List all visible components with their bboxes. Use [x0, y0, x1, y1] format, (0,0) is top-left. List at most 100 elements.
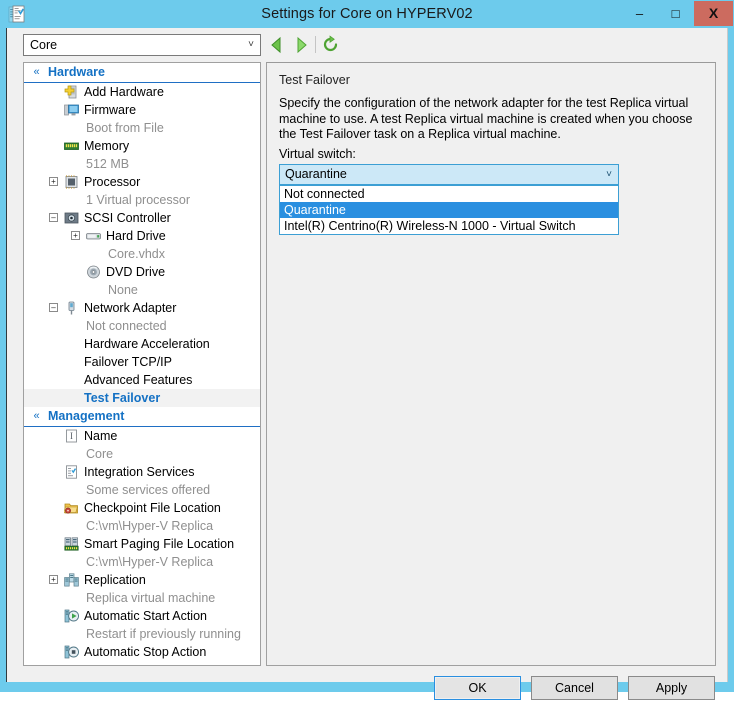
tree-item-checkpoint-file-location-label: Checkpoint File Location [84, 501, 221, 515]
tree-item-automatic-stop-action-label: Automatic Stop Action [84, 645, 207, 659]
tree-group-hardware-label: Hardware [48, 65, 105, 79]
tree-item-memory-sublabel: 512 MB [86, 157, 130, 171]
tree-item-name[interactable]: I Name [24, 427, 260, 445]
tree-item-add-hardware-label: Add Hardware [84, 85, 164, 99]
vm-selector-value: Core [30, 38, 58, 52]
page-title: Test Failover [279, 73, 356, 88]
virtual-switch-value: Quarantine [285, 167, 347, 181]
tree-item-integration-services-sublabel: Some services offered [86, 483, 211, 497]
tree-item-failover-tcpip-label: Failover TCP/IP [84, 355, 172, 369]
tree-item-scsi-controller[interactable]: – SCSI Controller [24, 209, 260, 227]
tree-item-test-failover[interactable]: Test Failover [24, 389, 260, 407]
expander-icon[interactable]: + [71, 231, 80, 240]
memory-icon [64, 139, 79, 153]
network-adapter-icon [64, 301, 79, 315]
settings-detail-panel: Test Failover Specify the configuration … [266, 62, 716, 666]
tree-item-replication[interactable]: + Replication [24, 571, 260, 589]
tree-item-replication-label: Replication [84, 573, 146, 587]
name-icon: I [64, 429, 79, 443]
tree-item-automatic-stop-action-sublabel: Save [24, 661, 260, 665]
expander-icon[interactable]: + [49, 575, 58, 584]
toolbar: Core ˅ [7, 28, 727, 61]
tree-item-test-failover-label: Test Failover [84, 391, 161, 405]
close-icon: X [708, 5, 719, 21]
tree-item-hard-drive[interactable]: + Hard Drive [24, 227, 260, 245]
ok-button[interactable]: OK [434, 676, 521, 700]
tree-item-checkpoint-file-location-sublabel: C:\vm\Hyper-V Replica [86, 519, 214, 533]
settings-navigation-tree[interactable]: « Hardware Add Hardware Firmware Boot fr… [23, 62, 261, 666]
replication-icon [64, 573, 79, 587]
tree-group-management-label: Management [48, 409, 125, 423]
dropdown-option-not-connected[interactable]: Not connected [280, 186, 618, 202]
tree-item-memory[interactable]: Memory [24, 137, 260, 155]
chevron-down-icon: ˅ [606, 169, 612, 180]
tree-item-automatic-start-action[interactable]: Automatic Start Action [24, 607, 260, 625]
dropdown-option-intel-wireless-switch[interactable]: Intel(R) Centrino(R) Wireless-N 1000 - V… [280, 218, 618, 234]
vm-selector-combobox[interactable]: Core ˅ [23, 34, 261, 56]
tree-item-scsi-controller-label: SCSI Controller [84, 211, 171, 225]
tree-item-memory-label: Memory [84, 139, 130, 153]
tree-item-integration-services[interactable]: Integration Services [24, 463, 260, 481]
tree-item-firmware-label: Firmware [84, 103, 137, 117]
expander-icon[interactable]: + [49, 177, 58, 186]
tree-item-network-adapter-label: Network Adapter [84, 301, 177, 315]
checkpoint-folder-icon [63, 501, 79, 515]
dvd-drive-icon [86, 265, 101, 279]
tree-item-smart-paging-file-location-label: Smart Paging File Location [84, 537, 235, 551]
tree-item-automatic-start-action-sublabel: Restart if previously running [86, 627, 241, 641]
dialog-client-area: Core ˅ « Hardware Add Hardware Firmware … [6, 28, 728, 700]
minimize-icon: – [635, 6, 644, 21]
tree-item-dvd-drive-label: DVD Drive [106, 265, 166, 279]
collapse-chevron-icon: « [33, 410, 40, 422]
refresh-icon[interactable] [321, 35, 340, 54]
minimize-button[interactable]: – [622, 1, 657, 26]
collapse-chevron-icon: « [33, 66, 40, 78]
tree-item-advanced-features-label: Advanced Features [84, 373, 193, 387]
tree-item-hardware-acceleration-label: Hardware Acceleration [84, 337, 210, 351]
tree-item-failover-tcpip[interactable]: Failover TCP/IP [24, 353, 260, 371]
toolbar-separator [315, 36, 316, 53]
tree-item-integration-services-label: Integration Services [84, 465, 195, 479]
dropdown-option-quarantine[interactable]: Quarantine [280, 202, 618, 218]
tree-item-name-label: Name [84, 429, 118, 443]
tree-item-network-adapter-sublabel: Not connected [86, 319, 167, 333]
virtual-switch-label: Virtual switch: [279, 147, 356, 161]
tree-item-dvd-drive[interactable]: DVD Drive [24, 263, 260, 281]
chevron-down-icon: ˅ [248, 39, 254, 50]
svg-text:I: I [70, 431, 73, 441]
apply-button[interactable]: Apply [628, 676, 715, 700]
tree-item-checkpoint-file-location[interactable]: Checkpoint File Location [24, 499, 260, 517]
processor-icon [64, 175, 79, 189]
virtual-switch-dropdown-list[interactable]: Not connected Quarantine Intel(R) Centri… [279, 185, 619, 235]
tree-item-network-adapter[interactable]: – Network Adapter [24, 299, 260, 317]
tree-item-automatic-start-action-label: Automatic Start Action [84, 609, 207, 623]
virtual-switch-combobox[interactable]: Quarantine ˅ [279, 164, 619, 185]
back-arrow-icon[interactable] [268, 36, 286, 54]
dialog-button-bar: OK Cancel Apply [7, 668, 727, 720]
forward-arrow-icon[interactable] [292, 36, 310, 54]
tree-item-add-hardware[interactable]: Add Hardware [24, 83, 260, 101]
firmware-icon [64, 103, 79, 117]
tree-item-automatic-stop-action[interactable]: Automatic Stop Action [24, 643, 260, 661]
tree-item-smart-paging-file-location[interactable]: Smart Paging File Location [24, 535, 260, 553]
tree-item-processor[interactable]: + Processor [24, 173, 260, 191]
tree-item-advanced-features[interactable]: Advanced Features [24, 371, 260, 389]
expander-icon[interactable]: – [49, 303, 58, 312]
tree-item-hard-drive-label: Hard Drive [106, 229, 166, 243]
tree-group-hardware[interactable]: « Hardware [24, 63, 260, 83]
tree-item-firmware[interactable]: Firmware [24, 101, 260, 119]
group-header: Test Failover [279, 73, 704, 89]
cancel-button[interactable]: Cancel [531, 676, 618, 700]
maximize-button[interactable]: □ [658, 1, 693, 26]
integration-services-icon [64, 465, 79, 479]
tree-item-hardware-acceleration[interactable]: Hardware Acceleration [24, 335, 260, 353]
smart-paging-icon [64, 537, 79, 551]
close-button[interactable]: X [694, 1, 733, 26]
tree-group-management[interactable]: « Management [24, 407, 260, 427]
tree-item-name-sublabel: Core [86, 447, 114, 461]
add-hardware-icon [64, 85, 79, 99]
tree-item-smart-paging-file-location-sublabel: C:\vm\Hyper-V Replica [86, 555, 214, 569]
settings-dialog-window: Settings for Core on HYPERV02 – □ X Core… [0, 0, 734, 700]
expander-icon[interactable]: – [49, 213, 58, 222]
tree-item-firmware-sublabel: Boot from File [86, 121, 164, 135]
